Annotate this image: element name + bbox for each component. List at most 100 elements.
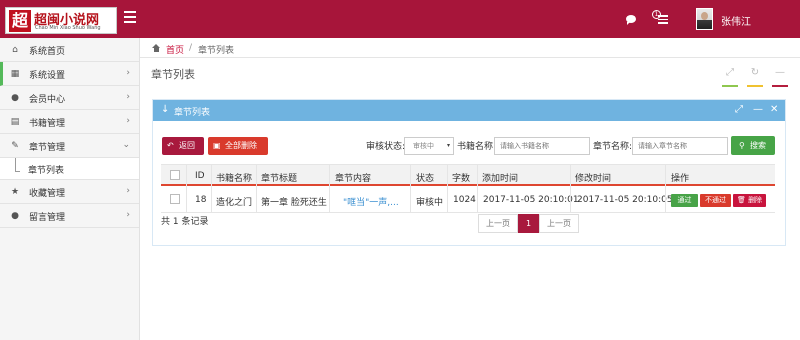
breadcrumb-current: 章节列表: [198, 46, 235, 56]
sidebar-item-system-settings[interactable]: ▦ 系统设置 ›: [0, 62, 139, 86]
delete-button[interactable]: 🗑 删除: [733, 194, 766, 207]
chevron-right-icon: ›: [126, 68, 130, 78]
refresh-icon[interactable]: ↻: [747, 67, 763, 87]
collapse-icon[interactable]: —: [772, 67, 788, 87]
book-icon: ▤: [10, 117, 20, 127]
back-arrow-icon: ↶: [167, 141, 174, 150]
column-divider: [570, 164, 571, 212]
chat-icon[interactable]: [626, 15, 636, 25]
sidebar-item-member-center[interactable]: ● 会员中心 ›: [0, 86, 139, 110]
minimize-icon[interactable]: —: [753, 104, 763, 116]
chapter-name-label: 章节名称:: [593, 142, 633, 152]
fullscreen-icon[interactable]: ⤢: [722, 67, 738, 87]
column-header: 添加时间: [482, 174, 519, 184]
next-page-button[interactable]: 上一页: [539, 214, 579, 233]
arrow-down-icon: ↓: [161, 104, 170, 115]
home-icon[interactable]: [152, 44, 161, 52]
column-header: 字数: [452, 174, 471, 184]
column-header: ID: [195, 171, 205, 181]
chevron-right-icon: ›: [126, 92, 130, 102]
total-records: 共 1 条记录: [161, 217, 209, 227]
task-list-icon[interactable]: 1: [652, 10, 670, 28]
book-name-label: 书籍名称:: [457, 142, 497, 152]
column-divider: [665, 164, 666, 212]
panel-title: 章节列表: [174, 108, 211, 118]
column-header: 修改时间: [575, 174, 612, 184]
close-icon[interactable]: ✕: [770, 104, 778, 116]
chevron-down-icon: ⌄: [122, 140, 130, 150]
column-divider: [186, 164, 187, 212]
top-bar: 超 超闽小说网 Chao Min Xiao Shuo Wang 1 张伟江: [0, 0, 800, 38]
cell-book-name: 造化之门: [216, 198, 253, 208]
column-header: 章节标题: [261, 174, 298, 184]
chevron-right-icon: ›: [126, 116, 130, 126]
username[interactable]: 张伟江: [721, 13, 751, 28]
comment-icon: ●: [11, 211, 19, 221]
page-tools: ⤢ ↻ —: [722, 67, 794, 87]
cell-updated-time: 2017-11-05 20:10:05: [577, 195, 673, 205]
status-filter-label: 审核状态:: [366, 142, 406, 152]
column-divider: [477, 164, 478, 212]
sidebar: ⌂ 系统首页 ▦ 系统设置 › ● 会员中心 › ▤ 书籍管理 › ✎ 章节管理…: [0, 38, 140, 340]
sidebar-item-chapter-list[interactable]: 章节列表: [0, 158, 139, 180]
logo-subtitle: Chao Min Xiao Shuo Wang: [35, 25, 101, 31]
current-page-button[interactable]: 1: [518, 214, 539, 233]
column-divider: [447, 164, 448, 212]
chevron-right-icon: ›: [126, 186, 130, 196]
status-select[interactable]: 审核中 ▾: [404, 137, 454, 155]
sidebar-item-label: 章节管理: [29, 143, 66, 153]
sidebar-item-label: 系统首页: [29, 47, 66, 57]
sidebar-item-label: 章节列表: [28, 166, 65, 176]
sidebar-item-book-management[interactable]: ▤ 书籍管理 ›: [0, 110, 139, 134]
trash-icon: 🗑: [736, 196, 746, 204]
column-divider: [256, 164, 257, 212]
search-icon: ⚲: [739, 141, 745, 150]
avatar[interactable]: [696, 8, 713, 30]
sidebar-item-label: 收藏管理: [29, 189, 66, 199]
grid-icon: ▦: [10, 69, 20, 79]
breadcrumb-separator: /: [189, 43, 193, 53]
star-icon: ★: [10, 187, 20, 197]
column-header: 章节内容: [335, 174, 372, 184]
chevron-right-icon: ›: [126, 210, 130, 220]
back-button[interactable]: ↶ 返回: [162, 137, 204, 155]
chapter-name-input[interactable]: [632, 137, 728, 155]
chevron-down-icon: ▾: [446, 142, 450, 149]
select-all-checkbox[interactable]: [170, 170, 180, 180]
column-divider: [410, 164, 411, 212]
row-checkbox[interactable]: [170, 194, 180, 204]
table-header: ID 书籍名称 章节标题 章节内容 状态 字数 添加时间 修改时间 操作: [161, 164, 775, 186]
delete-all-icon: ▣: [213, 141, 221, 150]
breadcrumb: 首页 / 章节列表: [140, 38, 800, 58]
home-icon: ⌂: [12, 45, 18, 55]
sidebar-item-favorites[interactable]: ★ 收藏管理 ›: [0, 180, 139, 204]
logo[interactable]: 超 超闽小说网 Chao Min Xiao Shuo Wang: [5, 7, 117, 34]
cell-word-count: 1024: [453, 195, 476, 205]
sidebar-item-label: 会员中心: [29, 95, 66, 105]
search-button[interactable]: ⚲ 搜索: [731, 136, 775, 155]
expand-icon[interactable]: ⤢: [735, 104, 743, 116]
tree-icon: [15, 158, 20, 172]
cell-id: 18: [195, 195, 207, 205]
cell-chapter-title: 第一章 脸死还生: [261, 198, 327, 208]
cell-created-time: 2017-11-05 20:10:01: [483, 195, 579, 205]
column-divider: [329, 164, 330, 212]
sidebar-item-chapter-management[interactable]: ✎ 章节管理 ⌄: [0, 134, 139, 158]
column-header: 操作: [671, 174, 690, 184]
column-header: 书籍名称: [216, 174, 253, 184]
sidebar-item-home[interactable]: ⌂ 系统首页: [0, 38, 139, 62]
reject-button[interactable]: 不通过: [700, 194, 731, 207]
cell-chapter-content[interactable]: "哐当"一声,...: [343, 195, 399, 208]
book-name-input[interactable]: [494, 137, 590, 155]
sidebar-item-messages[interactable]: ● 留言管理 ›: [0, 204, 139, 228]
prev-page-button[interactable]: 上一页: [478, 214, 518, 233]
logo-mark: 超: [9, 10, 31, 32]
column-divider: [211, 164, 212, 212]
column-header: 状态: [416, 174, 435, 184]
breadcrumb-home-link[interactable]: 首页: [166, 43, 184, 56]
menu-toggle-icon[interactable]: [124, 11, 136, 25]
delete-all-button[interactable]: ▣ 全部删除: [208, 137, 268, 155]
panel-header: ↓ 章节列表 ⤢ — ✕: [153, 100, 785, 121]
approve-button[interactable]: 通过: [671, 194, 698, 207]
sidebar-item-label: 系统设置: [29, 71, 66, 81]
